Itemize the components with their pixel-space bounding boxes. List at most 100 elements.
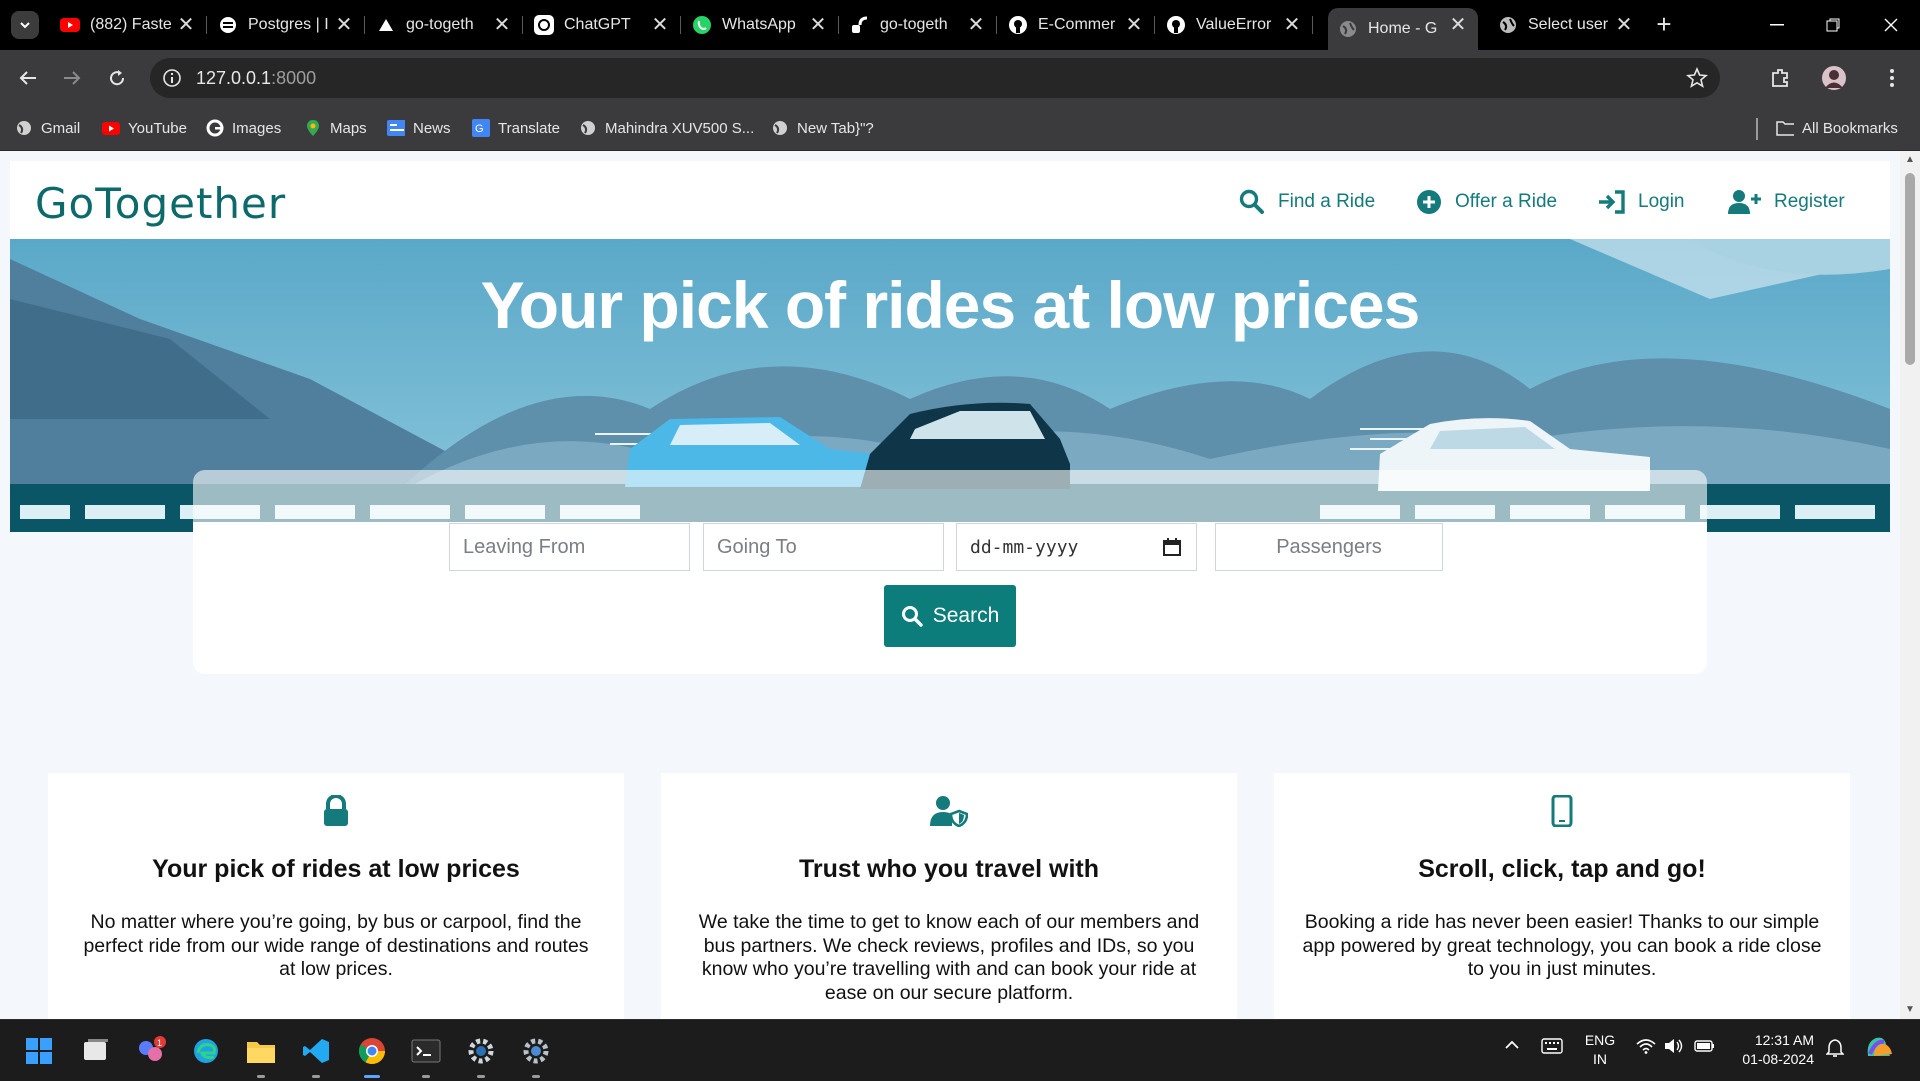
bookmark-label: New Tab}"?	[797, 119, 874, 137]
page-viewport: GoTogether Find a Ride Offer a Ride Logi…	[0, 151, 1900, 1019]
all-bookmarks-button[interactable]: All Bookmarks	[1776, 116, 1898, 140]
feature-card-prices: Your pick of rides at low prices No matt…	[48, 773, 624, 1019]
bookmark-images[interactable]: Images	[206, 116, 281, 140]
drive-icon	[376, 15, 396, 35]
search-button[interactable]: Search	[884, 585, 1016, 647]
forward-button[interactable]	[58, 64, 86, 92]
close-tab-icon[interactable]: ✕	[1282, 15, 1302, 35]
url-text: 127.0.0.1:8000	[196, 68, 317, 88]
bookmark-mahindra[interactable]: Mahindra XUV500 S...	[579, 116, 754, 140]
notifications-bell-icon[interactable]	[1826, 1038, 1844, 1058]
bookmark-news[interactable]: News	[387, 116, 451, 140]
nav-offer-ride[interactable]: Offer a Ride	[1415, 187, 1557, 217]
wifi-icon[interactable]	[1636, 1038, 1656, 1054]
tab-title: WhatsApp	[722, 16, 796, 33]
new-tab-button[interactable]: +	[1652, 11, 1676, 37]
back-button[interactable]	[14, 64, 42, 92]
scrollbar-thumb[interactable]	[1905, 173, 1915, 365]
passengers-input[interactable]: Passengers	[1215, 523, 1443, 571]
close-tab-icon[interactable]: ✕	[1614, 15, 1634, 35]
address-bar[interactable]: 127.0.0.1:8000	[150, 58, 1720, 98]
bookmarks-divider	[1756, 118, 1758, 140]
file-explorer-app[interactable]	[244, 1034, 278, 1078]
close-tab-icon[interactable]: ✕	[176, 15, 196, 35]
avatar-icon	[1822, 66, 1846, 90]
feature-text: No matter where you’re going, by bus or …	[83, 911, 589, 980]
edge-app[interactable]	[189, 1034, 223, 1068]
bookmark-translate[interactable]: G Translate	[472, 116, 560, 140]
tab-postgres[interactable]: Postgres | I ✕	[208, 8, 365, 42]
minimize-button[interactable]	[1762, 12, 1792, 38]
close-tab-icon[interactable]: ✕	[808, 15, 828, 35]
reload-icon	[110, 70, 125, 86]
task-view-button[interactable]	[79, 1034, 113, 1068]
close-window-button[interactable]	[1876, 12, 1906, 38]
windows-taskbar: 1 ENG IN 12:31 AM 01-08-2024	[0, 1019, 1920, 1081]
site-navbar: GoTogether Find a Ride Offer a Ride Logi…	[10, 161, 1890, 239]
profile-avatar[interactable]	[1820, 64, 1848, 92]
tab-github-valueerror[interactable]: ValueError ✕	[1156, 8, 1313, 42]
github-icon	[1166, 15, 1186, 35]
settings-app[interactable]	[464, 1034, 498, 1078]
chrome-app[interactable]	[355, 1034, 389, 1078]
system-clock[interactable]: 12:31 AM 01-08-2024	[1730, 1031, 1814, 1069]
tab-home-gotogether[interactable]: Home - Go ✕	[1328, 8, 1478, 50]
bookmark-maps[interactable]: Maps	[304, 116, 367, 140]
tab-select-user[interactable]: Select user ✕	[1488, 8, 1644, 42]
scroll-down-arrow[interactable]: ▼	[1905, 1005, 1915, 1015]
date-placeholder: dd-mm-yyyy	[970, 536, 1079, 558]
nav-login[interactable]: Login	[1598, 187, 1685, 217]
copilot-tray-icon[interactable]	[1864, 1034, 1894, 1060]
tab-youtube[interactable]: (882) Faste ✕	[50, 8, 207, 42]
tab-chatgpt[interactable]: ChatGPT ✕	[524, 8, 681, 42]
feature-text: Booking a ride has never been easier! Th…	[1302, 911, 1822, 980]
bookmarks-bar: Gmail YouTube Images Maps News G Translat…	[0, 106, 1920, 151]
calendar-icon[interactable]	[1162, 537, 1182, 557]
brand-logo[interactable]: GoTogether	[35, 179, 286, 228]
bookmark-youtube[interactable]: YouTube	[102, 116, 187, 140]
nav-login-label: Login	[1638, 191, 1685, 212]
close-tab-icon[interactable]: ✕	[650, 15, 670, 35]
tab-search-button[interactable]	[11, 11, 39, 39]
show-hidden-icons-button[interactable]	[1504, 1038, 1520, 1050]
folder-icon	[1776, 119, 1794, 137]
language-indicator[interactable]: ENG IN	[1580, 1031, 1620, 1069]
tab-github-ecommerce[interactable]: E-Commer ✕	[998, 8, 1155, 42]
extensions-button[interactable]	[1766, 64, 1794, 92]
copilot-app[interactable]: 1	[134, 1034, 168, 1068]
nav-register[interactable]: Register	[1728, 187, 1845, 217]
bookmark-new-tab[interactable]: New Tab}"?	[771, 116, 874, 140]
restore-button[interactable]	[1818, 12, 1848, 38]
date-input[interactable]: dd-mm-yyyy	[956, 523, 1197, 571]
keyboard-icon[interactable]	[1541, 1038, 1563, 1054]
volume-icon[interactable]	[1664, 1038, 1684, 1054]
news-icon	[387, 119, 405, 137]
search-button-label: Search	[932, 604, 1000, 627]
vscode-app[interactable]	[299, 1034, 333, 1078]
page-scrollbar[interactable]: ▲ ▼	[1900, 151, 1920, 1019]
close-tab-icon[interactable]: ✕	[1124, 15, 1144, 35]
tab-whatsapp[interactable]: WhatsApp ✕	[682, 8, 839, 42]
close-tab-icon[interactable]: ✕	[1448, 15, 1468, 35]
going-to-input[interactable]: Going To	[703, 523, 944, 571]
close-tab-icon[interactable]: ✕	[492, 15, 512, 35]
reload-button[interactable]	[103, 64, 131, 92]
battery-icon[interactable]	[1694, 1038, 1716, 1054]
tab-render[interactable]: go-togeth ✕	[840, 8, 997, 42]
close-tab-icon[interactable]: ✕	[334, 15, 354, 35]
close-tab-icon[interactable]: ✕	[966, 15, 986, 35]
bookmark-label: Gmail	[41, 119, 81, 137]
feature-title: Scroll, click, tap and go!	[1418, 855, 1706, 883]
nav-find-ride[interactable]: Find a Ride	[1238, 187, 1375, 217]
start-button[interactable]	[22, 1034, 56, 1068]
bookmark-gmail[interactable]: Gmail	[15, 116, 80, 140]
scroll-up-arrow[interactable]: ▲	[1905, 155, 1915, 165]
leaving-from-input[interactable]: Leaving From	[449, 523, 690, 571]
browser-menu-button[interactable]	[1878, 64, 1906, 92]
tab-drive[interactable]: go-togeth ✕	[366, 8, 523, 42]
translate-icon: G	[472, 119, 490, 137]
bookmark-star-icon[interactable]	[1686, 67, 1708, 89]
terminal-app[interactable]	[409, 1034, 443, 1078]
hero-title: Your pick of rides at low prices	[480, 268, 1421, 342]
settings-app-2[interactable]	[519, 1034, 553, 1078]
